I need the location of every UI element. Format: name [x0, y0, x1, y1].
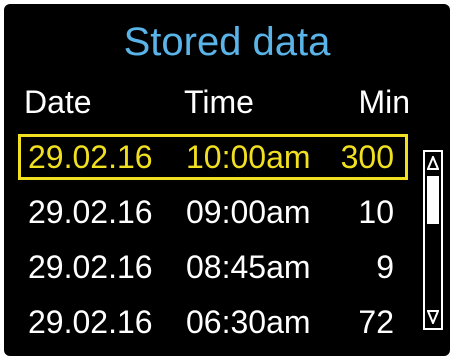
column-header-date: Date: [24, 84, 92, 120]
row-time: 10:00am: [186, 139, 311, 175]
scrollbar-thumb[interactable]: [427, 176, 439, 224]
screen-title: Stored data: [123, 20, 331, 64]
device-screen: Stored data Date Time Min 29.02.16 10:00…: [4, 4, 450, 356]
row-date: 29.02.16: [28, 139, 153, 175]
row-date: 29.02.16: [28, 249, 153, 285]
row-min: 9: [376, 249, 394, 285]
data-row-selected[interactable]: 29.02.16 10:00am 300: [18, 134, 408, 180]
triangle-down-icon[interactable]: [427, 310, 439, 324]
data-row[interactable]: 29.02.16 06:30am 72: [18, 299, 408, 345]
column-header-min: Min: [358, 84, 410, 120]
row-min: 300: [340, 139, 394, 175]
row-date: 29.02.16: [28, 194, 153, 230]
row-time: 09:00am: [186, 194, 311, 230]
data-row[interactable]: 29.02.16 08:45am 9: [18, 244, 408, 290]
row-time: 06:30am: [186, 304, 311, 340]
row-time: 08:45am: [186, 249, 311, 285]
scrollbar[interactable]: [423, 150, 443, 330]
row-min: 72: [358, 304, 394, 340]
data-row[interactable]: 29.02.16 09:00am 10: [18, 189, 408, 235]
triangle-up-icon[interactable]: [427, 156, 439, 170]
row-min: 10: [358, 194, 394, 230]
column-header-time: Time: [184, 84, 254, 120]
row-date: 29.02.16: [28, 304, 153, 340]
